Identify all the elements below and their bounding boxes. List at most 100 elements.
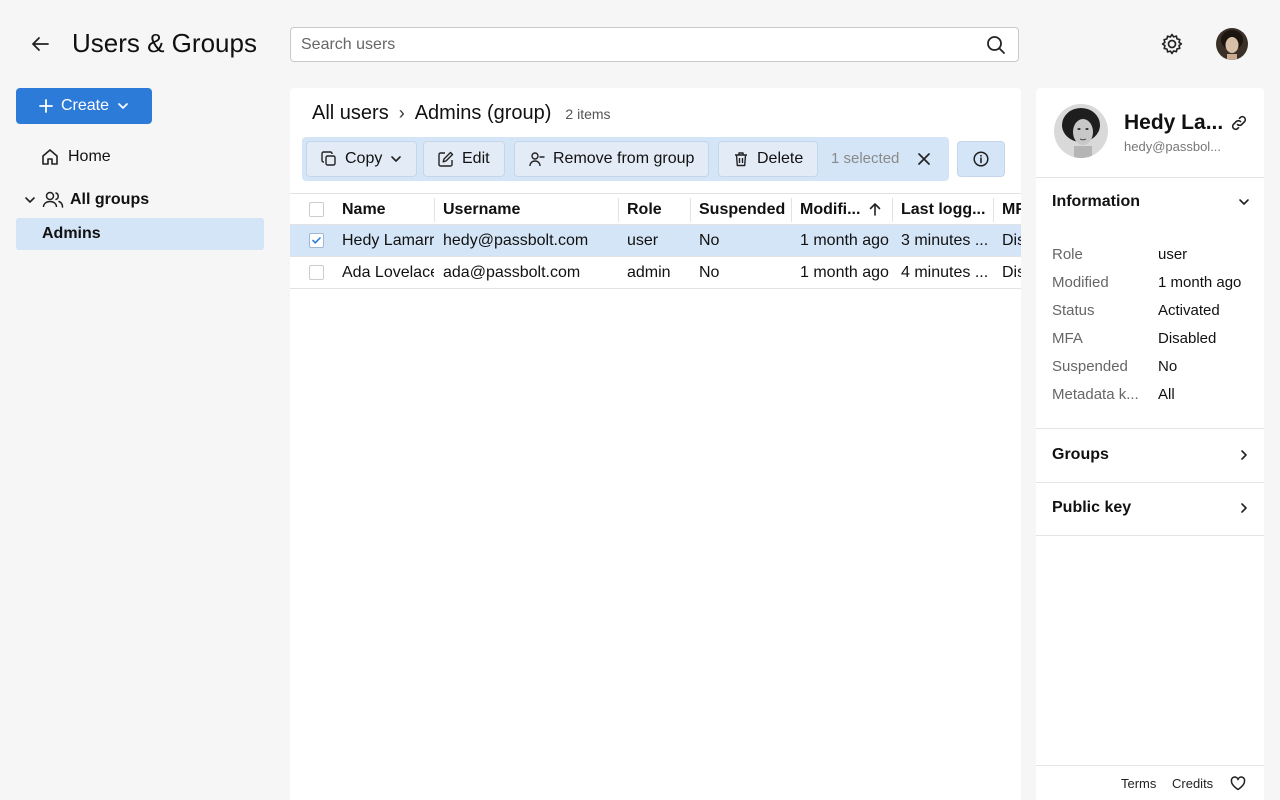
credits-link[interactable]: Credits — [1172, 776, 1213, 791]
remove-from-group-label: Remove from group — [553, 150, 695, 167]
cell-username: hedy@passbolt.com — [443, 232, 589, 249]
cell-role: admin — [627, 264, 671, 281]
info-label-metadata-keys: Metadata k... — [1052, 386, 1139, 403]
column-header-role[interactable]: Role — [627, 194, 687, 225]
table-header: Name Username Role Suspended Modifi... L… — [290, 193, 1021, 225]
column-header-suspended[interactable]: Suspended — [699, 194, 791, 225]
chevron-down-icon — [118, 103, 128, 109]
info-value-status: Activated — [1158, 302, 1220, 319]
column-header-name[interactable]: Name — [342, 194, 430, 225]
public-key-section-toggle[interactable]: Public key — [1052, 499, 1250, 517]
cell-mfa: Disabled — [1002, 264, 1021, 281]
remove-from-group-button[interactable]: Remove from group — [514, 141, 710, 177]
chevron-right-icon — [1241, 450, 1247, 460]
cell-modified: 1 month ago — [800, 264, 889, 281]
main-panel: All users › Admins (group) 2 items Copy … — [290, 88, 1021, 800]
details-panel: Hedy La... hedy@passbol... Information R… — [1036, 88, 1264, 800]
column-header-username[interactable]: Username — [443, 194, 613, 225]
public-key-section-title: Public key — [1052, 499, 1132, 516]
user-email: hedy@passbol... — [1124, 139, 1222, 154]
column-header-modified[interactable]: Modifi... — [800, 194, 866, 225]
info-value-modified: 1 month ago — [1158, 274, 1242, 291]
column-header-mfa[interactable]: MFA — [1002, 194, 1021, 225]
information-section-title: Information — [1052, 193, 1140, 210]
info-label-modified: Modified — [1052, 274, 1109, 291]
delete-button-label: Delete — [757, 150, 804, 167]
chevron-down-icon — [1239, 199, 1249, 205]
sidebar-item-home[interactable]: Home — [40, 147, 111, 167]
breadcrumb-root[interactable]: All users — [312, 102, 389, 125]
edit-button[interactable]: Edit — [423, 141, 505, 177]
user-minus-icon — [529, 152, 545, 167]
info-value-suspended: No — [1158, 358, 1178, 375]
heart-icon[interactable] — [1230, 776, 1246, 791]
users-icon — [42, 191, 64, 208]
check-icon — [312, 237, 321, 244]
back-button[interactable] — [28, 32, 52, 56]
select-all-checkbox[interactable] — [309, 202, 324, 217]
info-label-suspended: Suspended — [1052, 358, 1128, 375]
search-box[interactable] — [290, 27, 1019, 62]
search-input[interactable] — [291, 28, 971, 61]
cell-name: Ada Lovelace — [342, 264, 434, 281]
info-value-role: user — [1158, 246, 1188, 263]
chevron-right-icon — [1241, 503, 1247, 513]
home-icon — [42, 149, 58, 165]
page-title: Users & Groups — [72, 28, 257, 58]
link-icon[interactable] — [1230, 114, 1248, 132]
groups-section-title: Groups — [1052, 446, 1109, 463]
avatar[interactable] — [1216, 28, 1248, 60]
chevron-down-icon — [391, 156, 402, 162]
arrow-left-icon — [32, 37, 49, 51]
table-row[interactable]: Ada Lovelace ada@passbolt.com admin No 1… — [290, 257, 1021, 289]
info-icon — [973, 151, 989, 167]
column-header-last-logged[interactable]: Last logg... — [901, 194, 993, 225]
item-count: 2 items — [565, 106, 611, 122]
breadcrumb-current: Admins (group) — [414, 102, 552, 124]
cell-mfa: Disabled — [1002, 232, 1021, 249]
terms-link[interactable]: Terms — [1121, 776, 1156, 791]
copy-button-label: Copy — [345, 150, 383, 167]
table-row[interactable]: Hedy Lamarr hedy@passbolt.com user No 1 … — [290, 225, 1021, 257]
info-label-status: Status — [1052, 302, 1095, 319]
row-checkbox[interactable] — [309, 233, 324, 248]
info-value-metadata-keys: All — [1158, 386, 1175, 403]
gear-icon[interactable] — [1160, 32, 1184, 56]
users-table: Name Username Role Suspended Modifi... L… — [290, 193, 1021, 289]
chevron-down-icon[interactable] — [24, 194, 36, 206]
create-button-label: Create — [60, 97, 110, 114]
information-section-toggle[interactable]: Information — [1052, 193, 1250, 211]
cell-modified: 1 month ago — [800, 232, 889, 249]
create-button[interactable]: Create — [16, 88, 152, 124]
sidebar-item-label: Home — [68, 148, 111, 165]
cell-role: user — [627, 232, 659, 249]
sort-ascending-icon[interactable] — [868, 202, 882, 216]
cell-username: ada@passbolt.com — [443, 264, 581, 281]
groups-section-toggle[interactable]: Groups — [1052, 446, 1250, 464]
edit-button-label: Edit — [462, 150, 490, 167]
clear-selection-icon[interactable] — [915, 150, 933, 168]
user-name: Hedy La... — [1124, 111, 1224, 134]
cell-last-logged: 3 minutes ... — [901, 232, 989, 249]
info-button[interactable] — [957, 141, 1005, 177]
selection-count: 1 selected — [831, 150, 900, 167]
copy-button[interactable]: Copy — [306, 141, 418, 177]
sidebar-item-admins[interactable]: Admins — [16, 218, 264, 250]
action-toolbar: Copy Edit Remove from group Delete 1 sel… — [302, 137, 949, 181]
delete-button[interactable]: Delete — [718, 141, 819, 177]
avatar — [1054, 104, 1108, 158]
cell-suspended: No — [699, 232, 720, 249]
sidebar-item-all-groups[interactable]: All groups — [24, 190, 149, 210]
search-icon[interactable] — [986, 35, 1006, 55]
breadcrumb: All users › Admins (group) 2 items — [312, 102, 611, 125]
plus-icon — [39, 99, 53, 113]
trash-icon — [735, 152, 747, 167]
edit-icon — [438, 151, 454, 167]
cell-name: Hedy Lamarr — [342, 232, 434, 249]
row-checkbox[interactable] — [309, 265, 324, 280]
info-value-mfa: Disabled — [1158, 330, 1217, 347]
breadcrumb-separator: › — [398, 103, 405, 123]
footer: Terms Credits — [1036, 765, 1264, 800]
info-label-mfa: MFA — [1052, 330, 1083, 347]
info-label-role: Role — [1052, 246, 1083, 263]
